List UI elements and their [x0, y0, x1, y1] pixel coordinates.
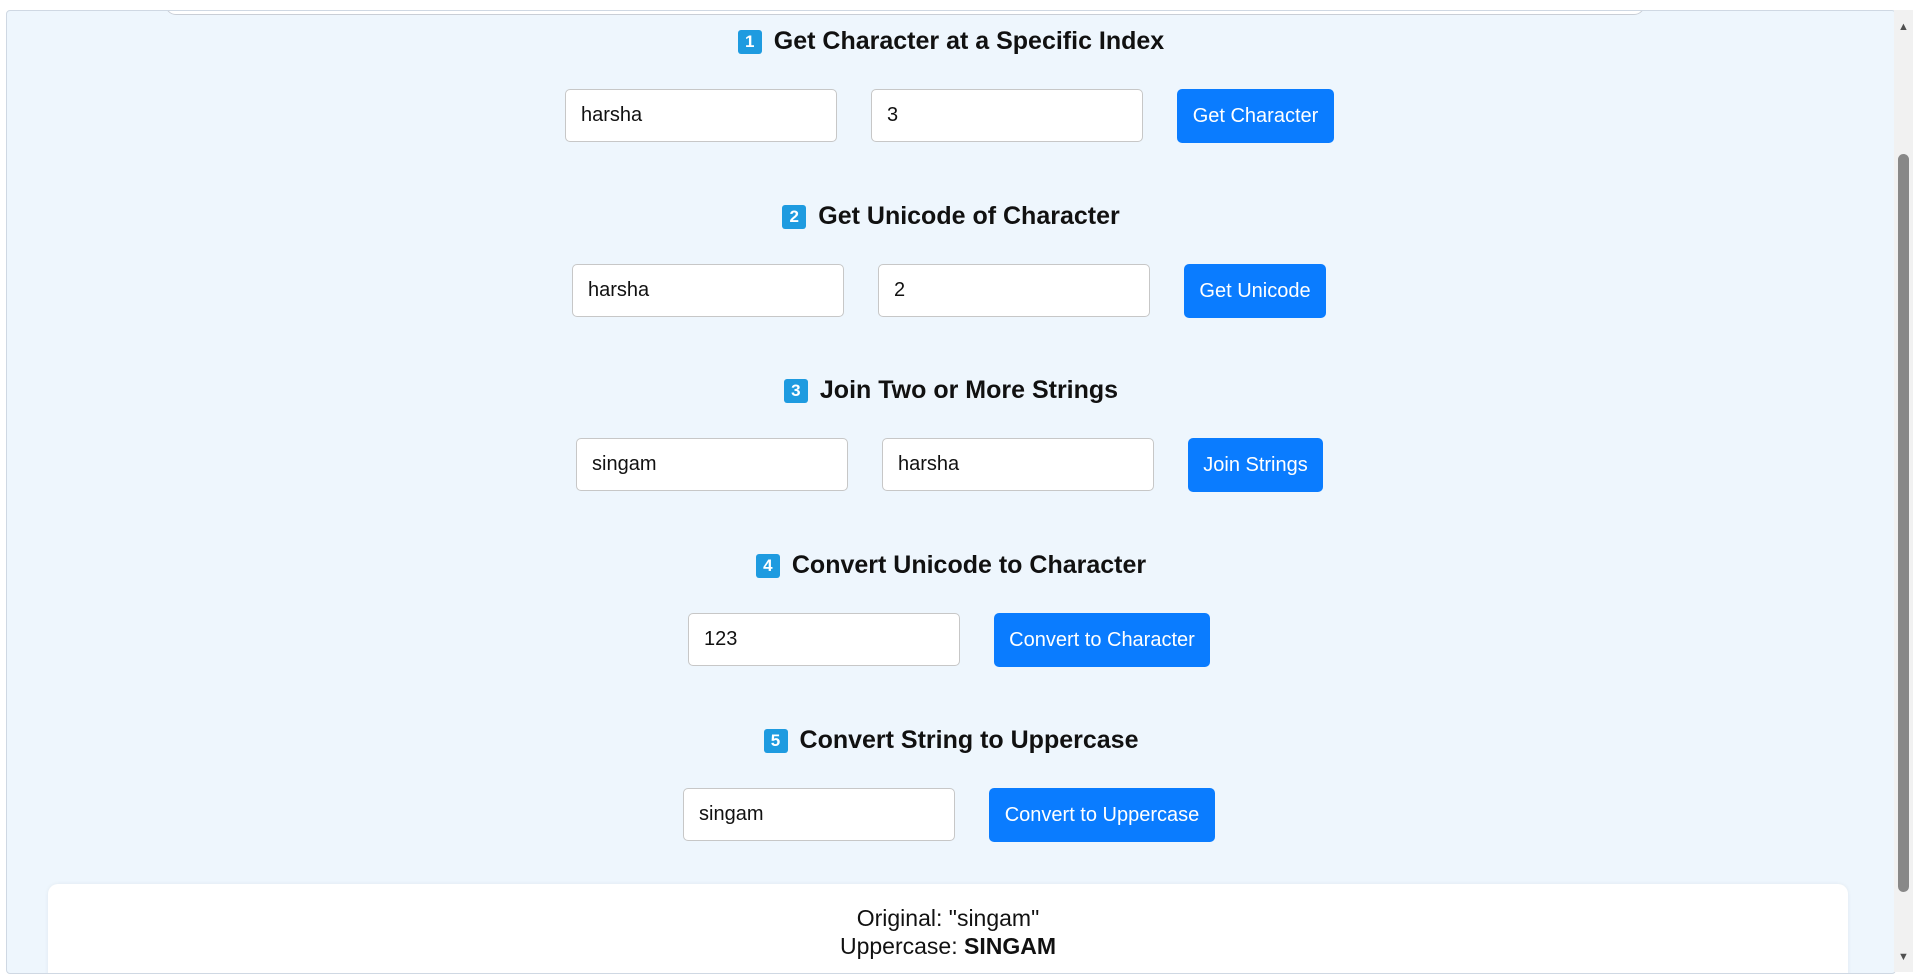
section-title-text: Convert String to Uppercase: [799, 726, 1139, 754]
section-title-join-strings: 3 Join Two or More Strings: [7, 375, 1895, 405]
string-methods-page: 1 Get Character at a Specific Index Get C…: [6, 10, 1896, 974]
section-title-get-unicode: 2 Get Unicode of Character: [7, 201, 1895, 231]
join-second-string-input[interactable]: [882, 438, 1154, 491]
unicode-value-input[interactable]: [688, 613, 960, 666]
section-title-text: Get Character at a Specific Index: [773, 27, 1165, 55]
uppercase-output-line: Uppercase: SINGAM: [48, 932, 1848, 960]
section-title-get-character: 1 Get Character at a Specific Index: [7, 26, 1895, 56]
number-1-badge-icon: 1: [737, 30, 762, 54]
uppercase-label: Uppercase:: [839, 933, 964, 959]
char-index-input[interactable]: [871, 89, 1143, 142]
convert-to-uppercase-button[interactable]: Convert to Uppercase: [989, 788, 1215, 842]
uppercase-string-input[interactable]: [683, 788, 955, 841]
section-title-text: Convert Unicode to Character: [791, 551, 1147, 579]
section-title-uppercase: 5 Convert String to Uppercase: [7, 725, 1895, 755]
number-5-badge-icon: 5: [763, 729, 788, 753]
down-arrow-icon[interactable]: ▼: [1894, 948, 1913, 966]
up-arrow-icon[interactable]: ▲: [1894, 18, 1913, 36]
unicode-index-input[interactable]: [878, 264, 1150, 317]
number-4-badge-icon: 4: [755, 554, 780, 578]
vertical-scrollbar[interactable]: ▲ ▼: [1894, 10, 1913, 972]
original-output-line: Original: "singam": [48, 904, 1848, 932]
original-label: Original:: [856, 905, 949, 931]
uppercase-value: SINGAM: [964, 933, 1056, 959]
get-unicode-button[interactable]: Get Unicode: [1184, 264, 1326, 318]
join-strings-button[interactable]: Join Strings: [1188, 438, 1323, 492]
scrollbar-thumb[interactable]: [1898, 154, 1909, 892]
get-character-button[interactable]: Get Character: [1177, 89, 1334, 143]
result-output-card: Original: "singam" Uppercase: SINGAM: [48, 884, 1848, 973]
join-first-string-input[interactable]: [576, 438, 848, 491]
section-title-unicode-to-character: 4 Convert Unicode to Character: [7, 550, 1895, 580]
previous-result-card: [165, 11, 1645, 15]
number-2-badge-icon: 2: [782, 205, 807, 229]
original-value: "singam": [948, 905, 1040, 931]
section-title-text: Get Unicode of Character: [818, 202, 1120, 230]
convert-to-character-button[interactable]: Convert to Character: [994, 613, 1210, 667]
section-title-text: Join Two or More Strings: [819, 376, 1119, 404]
number-3-badge-icon: 3: [783, 379, 808, 403]
browser-viewport: 1 Get Character at a Specific Index Get C…: [0, 0, 1919, 978]
char-string-input[interactable]: [565, 89, 837, 142]
unicode-string-input[interactable]: [572, 264, 844, 317]
